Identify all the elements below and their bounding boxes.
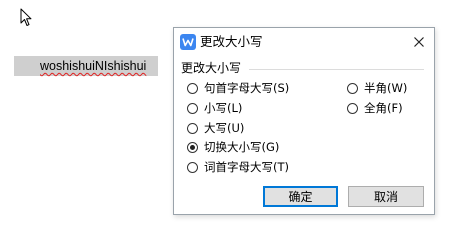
radio-label: 小写(L) xyxy=(204,101,243,115)
radio-label: 切换大小写(G) xyxy=(204,140,280,154)
radio-circle xyxy=(187,82,198,94)
change-case-dialog: 更改大小写 更改大小写 句首字母大写(S) 小写(L) 大写(U) 切换大小写(… xyxy=(173,27,435,215)
radio-circle xyxy=(187,161,198,173)
radio-full-width[interactable]: 全角(F) xyxy=(347,100,403,116)
radio-circle xyxy=(347,102,358,114)
group-label: 更改大小写 xyxy=(181,61,242,75)
radio-uppercase[interactable]: 大写(U) xyxy=(187,120,244,136)
radio-title-case[interactable]: 词首字母大写(T) xyxy=(187,159,289,175)
dialog-title: 更改大小写 xyxy=(200,34,263,49)
close-button[interactable] xyxy=(410,33,428,51)
document-text: woshishuiNIshishui xyxy=(40,59,147,73)
radio-circle xyxy=(347,82,358,94)
radio-label: 词首字母大写(T) xyxy=(204,160,289,174)
selected-document-text[interactable]: woshishuiNIshishui xyxy=(14,56,158,76)
radio-toggle-case[interactable]: 切换大小写(G) xyxy=(187,139,279,155)
group-divider xyxy=(249,69,424,70)
radio-label: 半角(W) xyxy=(364,81,408,95)
radio-circle-selected xyxy=(187,141,198,153)
radio-label: 全角(F) xyxy=(364,101,403,115)
radio-label: 大写(U) xyxy=(204,121,245,135)
mouse-cursor-icon xyxy=(20,8,32,30)
close-icon xyxy=(414,37,424,47)
cancel-button[interactable]: 取消 xyxy=(348,186,424,207)
radio-lowercase[interactable]: 小写(L) xyxy=(187,100,242,116)
radio-sentence-case[interactable]: 句首字母大写(S) xyxy=(187,80,289,96)
radio-circle xyxy=(187,122,198,134)
radio-half-width[interactable]: 半角(W) xyxy=(347,80,407,96)
radio-label: 句首字母大写(S) xyxy=(204,81,290,95)
wps-app-icon xyxy=(180,34,196,50)
ok-button[interactable]: 确定 xyxy=(263,186,338,207)
radio-circle xyxy=(187,102,198,114)
dialog-titlebar[interactable]: 更改大小写 xyxy=(174,28,434,55)
